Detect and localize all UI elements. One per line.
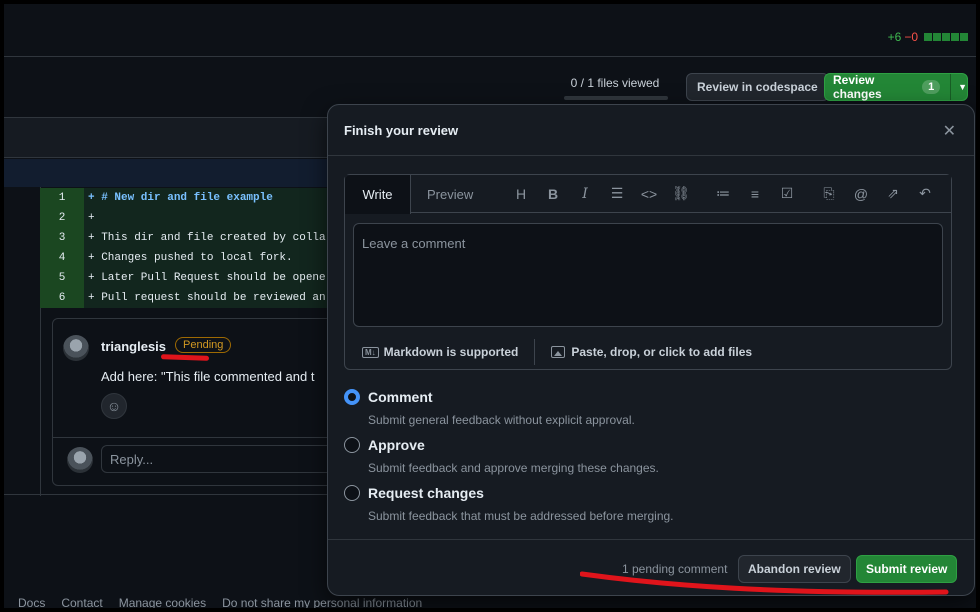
- diffstat: +6 −0: [888, 30, 968, 44]
- diff-line: 3 + This dir and file created by colla: [40, 228, 340, 248]
- heading-icon[interactable]: H: [505, 186, 537, 202]
- submit-review-button[interactable]: Submit review: [856, 555, 958, 583]
- diffstat-block: [924, 33, 932, 41]
- comment-body: Add here: "This file commented and t: [101, 369, 315, 384]
- comment-textarea[interactable]: Leave a comment: [353, 223, 943, 327]
- review-changes-button[interactable]: Review changes 1 ▼: [824, 73, 968, 101]
- comment-editor: Write Preview H B I ☰ <> ⛓ ≔ ≡ ☑ ⎘ @ ⇗ ↶…: [344, 174, 952, 370]
- button-separator: [950, 74, 952, 100]
- numbered-list-icon[interactable]: ≔: [707, 185, 739, 202]
- diff-line: 4 + Changes pushed to local fork.: [40, 248, 340, 268]
- diffstat-block: [933, 33, 941, 41]
- reply-divider: [53, 437, 345, 438]
- finish-review-popover: Finish your review ✕ Write Preview H B I…: [327, 104, 975, 596]
- line-code: + Changes pushed to local fork.: [88, 252, 293, 264]
- option-description: Submit general feedback without explicit…: [368, 413, 635, 427]
- diff-line: 2 +: [40, 208, 340, 228]
- radio-comment[interactable]: [344, 389, 360, 405]
- tab-write[interactable]: Write: [345, 175, 411, 214]
- line-number[interactable]: 6: [40, 288, 84, 308]
- close-icon[interactable]: ✕: [943, 121, 956, 141]
- task-list-icon[interactable]: ☑: [771, 185, 803, 202]
- diffstat-block: [960, 33, 968, 41]
- diffstat-block: [942, 33, 950, 41]
- lines-added: +6: [887, 30, 902, 44]
- abandon-review-button[interactable]: Abandon review: [738, 555, 851, 583]
- files-viewed-progress: [564, 96, 668, 100]
- diff-line: 1 + # New dir and file example: [40, 188, 340, 208]
- red-underline-annotation: [160, 354, 210, 361]
- line-code: + # New dir and file example: [88, 192, 273, 204]
- markdown-icon: M↓: [362, 346, 379, 358]
- avatar[interactable]: [63, 335, 89, 361]
- comment-author[interactable]: trianglesis: [101, 339, 166, 354]
- code-icon[interactable]: <>: [633, 186, 665, 202]
- chevron-down-icon[interactable]: ▼: [958, 82, 967, 92]
- avatar: [67, 447, 93, 473]
- diffstat-blocks: [924, 33, 968, 41]
- diff-lines: 1 + # New dir and file example 2 + 3 + T…: [40, 188, 340, 308]
- markdown-hint[interactable]: M↓ Markdown is supported: [362, 345, 518, 359]
- reply-icon[interactable]: ↶: [909, 185, 941, 202]
- review-in-codespace-button[interactable]: Review in codespace: [686, 73, 829, 101]
- mention-icon[interactable]: @: [845, 186, 877, 202]
- review-changes-count: 1: [922, 80, 941, 94]
- option-label: Approve: [368, 437, 425, 453]
- footer-separator: [534, 339, 536, 365]
- formatting-toolbar: H B I ☰ <> ⛓ ≔ ≡ ☑ ⎘ @ ⇗ ↶: [505, 185, 941, 202]
- markdown-label: Markdown is supported: [383, 345, 519, 359]
- option-description: Submit feedback and approve merging thes…: [368, 461, 659, 475]
- editor-footer: M↓ Markdown is supported Paste, drop, or…: [345, 335, 951, 369]
- bold-icon[interactable]: B: [537, 186, 569, 202]
- line-number[interactable]: 4: [40, 248, 84, 268]
- add-reaction-icon[interactable]: ☺: [101, 393, 127, 419]
- line-code: +: [88, 212, 95, 224]
- attach-files[interactable]: Paste, drop, or click to add files: [551, 345, 752, 359]
- popover-divider: [328, 155, 974, 156]
- attach-label: Paste, drop, or click to add files: [571, 345, 753, 359]
- diff-line: 5 + Later Pull Request should be opene: [40, 268, 340, 288]
- file-header: [4, 118, 344, 158]
- diff-line: 6 + Pull request should be reviewed an: [40, 288, 340, 308]
- footer-link-contact[interactable]: Contact: [61, 596, 102, 608]
- editor-tabs: Write Preview H B I ☰ <> ⛓ ≔ ≡ ☑ ⎘ @ ⇗ ↶: [345, 175, 951, 214]
- tab-preview[interactable]: Preview: [427, 187, 473, 202]
- radio-approve[interactable]: [344, 437, 360, 453]
- attach-icon[interactable]: ⎘: [813, 185, 845, 202]
- pending-comment-count: 1 pending comment: [622, 562, 728, 576]
- link-icon[interactable]: ⛓: [665, 185, 697, 202]
- footer-link-docs[interactable]: Docs: [18, 596, 45, 608]
- radio-request-changes[interactable]: [344, 485, 360, 501]
- option-description: Submit feedback that must be addressed b…: [368, 509, 674, 523]
- line-number[interactable]: 2: [40, 208, 84, 228]
- cross-reference-icon[interactable]: ⇗: [877, 185, 909, 202]
- line-number[interactable]: 3: [40, 228, 84, 248]
- diffstat-block: [951, 33, 959, 41]
- popover-title: Finish your review: [344, 123, 459, 138]
- quote-icon[interactable]: ☰: [601, 185, 633, 202]
- line-number[interactable]: 5: [40, 268, 84, 288]
- lines-removed: −0: [904, 30, 918, 44]
- option-label: Request changes: [368, 485, 484, 501]
- app-frame: +6 −0 0 / 1 files viewed Review in codes…: [4, 4, 976, 608]
- bulleted-list-icon[interactable]: ≡: [739, 186, 771, 202]
- italic-icon[interactable]: I: [569, 186, 601, 202]
- footer-link-privacy[interactable]: Do not share my personal information: [222, 596, 422, 608]
- line-code: + Later Pull Request should be opene: [88, 272, 326, 284]
- image-icon: [551, 346, 566, 358]
- line-code: + This dir and file created by colla: [88, 232, 326, 244]
- option-label: Comment: [368, 389, 433, 405]
- footer-link-cookies[interactable]: Manage cookies: [119, 596, 206, 608]
- popover-footer-divider: [328, 539, 974, 540]
- line-code: + Pull request should be reviewed an: [88, 292, 326, 304]
- line-number[interactable]: 1: [40, 188, 84, 208]
- hunk-header: [4, 159, 344, 187]
- review-changes-label: Review changes: [833, 73, 882, 101]
- pending-badge: Pending: [175, 337, 232, 353]
- header-divider: [4, 56, 976, 57]
- files-viewed-counter: 0 / 1 files viewed: [570, 76, 660, 90]
- page-footer: Docs Contact Manage cookies Do not share…: [18, 596, 422, 608]
- review-comment-thread: trianglesis Pending Add here: "This file…: [52, 318, 345, 486]
- reply-input[interactable]: Reply...: [101, 445, 341, 473]
